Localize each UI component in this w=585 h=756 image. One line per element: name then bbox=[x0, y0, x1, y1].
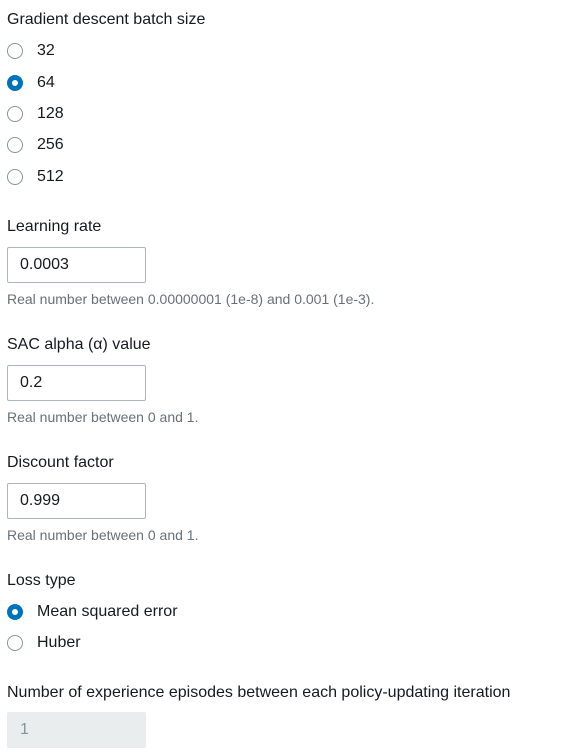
batch-size-option-label: 64 bbox=[37, 74, 55, 91]
radio-icon[interactable] bbox=[7, 106, 23, 122]
discount-factor-input[interactable] bbox=[7, 483, 146, 519]
loss-type-option-label: Huber bbox=[37, 634, 81, 651]
batch-size-option-label: 256 bbox=[37, 136, 64, 153]
loss-type-label: Loss type bbox=[7, 572, 76, 589]
batch-size-option-512[interactable]: 512 bbox=[7, 166, 64, 188]
experience-episodes-input[interactable] bbox=[7, 712, 146, 748]
radio-checked-icon[interactable] bbox=[7, 75, 23, 91]
batch-size-option-label: 128 bbox=[37, 105, 64, 122]
discount-factor-group: Discount factor Real number between 0 an… bbox=[7, 452, 577, 547]
loss-type-option-mse[interactable]: Mean squared error bbox=[7, 601, 178, 623]
hyperparameters-form: Gradient descent batch size 32 64 128 25… bbox=[0, 0, 585, 756]
discount-factor-hint: Real number between 0 and 1. bbox=[7, 527, 199, 543]
experience-episodes-label: Number of experience episodes between ea… bbox=[7, 684, 511, 701]
sac-alpha-input[interactable] bbox=[7, 365, 146, 401]
sac-alpha-group: SAC alpha (α) value Real number between … bbox=[7, 334, 577, 429]
discount-factor-label: Discount factor bbox=[7, 454, 114, 471]
batch-size-label: Gradient descent batch size bbox=[7, 11, 206, 28]
radio-icon[interactable] bbox=[7, 137, 23, 153]
radio-checked-icon[interactable] bbox=[7, 604, 23, 620]
radio-icon[interactable] bbox=[7, 635, 23, 651]
batch-size-option-32[interactable]: 32 bbox=[7, 40, 55, 62]
sac-alpha-hint: Real number between 0 and 1. bbox=[7, 409, 199, 425]
learning-rate-group: Learning rate Real number between 0.0000… bbox=[7, 216, 577, 311]
radio-icon[interactable] bbox=[7, 169, 23, 185]
loss-type-option-label: Mean squared error bbox=[37, 603, 178, 620]
batch-size-option-label: 32 bbox=[37, 42, 55, 59]
learning-rate-label: Learning rate bbox=[7, 218, 102, 235]
batch-size-option-label: 512 bbox=[37, 168, 64, 185]
experience-episodes-group: Number of experience episodes between ea… bbox=[7, 682, 582, 756]
sac-alpha-label: SAC alpha (α) value bbox=[7, 336, 151, 353]
learning-rate-input[interactable] bbox=[7, 247, 146, 283]
loss-type-option-huber[interactable]: Huber bbox=[7, 632, 81, 654]
batch-size-group: Gradient descent batch size 32 64 128 25… bbox=[7, 9, 577, 189]
batch-size-option-64[interactable]: 64 bbox=[7, 72, 55, 94]
batch-size-option-256[interactable]: 256 bbox=[7, 134, 64, 156]
batch-size-option-128[interactable]: 128 bbox=[7, 103, 64, 125]
learning-rate-hint: Real number between 0.00000001 (1e-8) an… bbox=[7, 291, 375, 307]
radio-icon[interactable] bbox=[7, 43, 23, 59]
loss-type-group: Loss type Mean squared error Huber bbox=[7, 570, 577, 660]
